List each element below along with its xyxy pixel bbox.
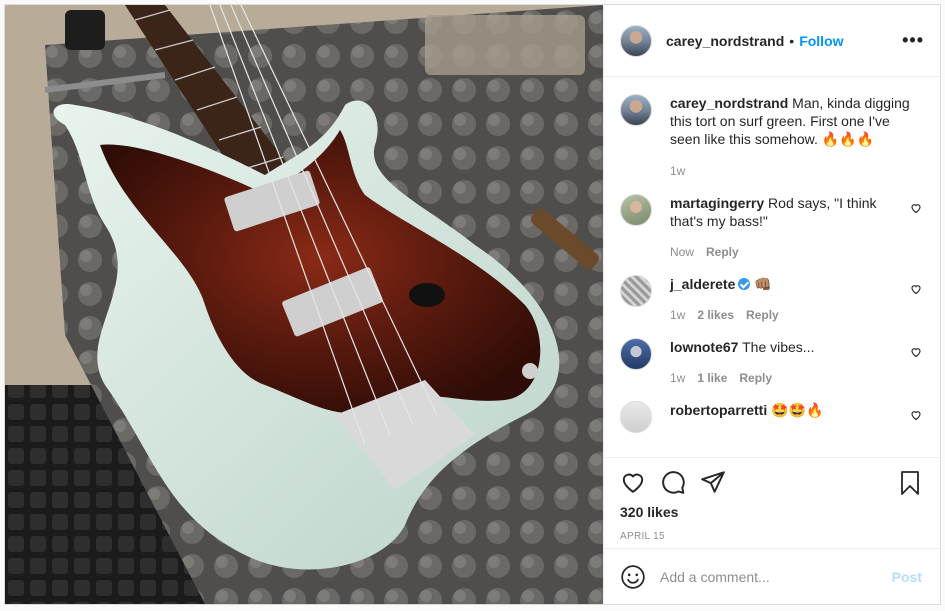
post-photo[interactable] [5,5,603,604]
emoji-icon[interactable] [620,564,646,590]
caption-username[interactable]: carey_nordstrand [670,95,788,111]
post-header: carey_nordstrand • Follow ••• [604,5,940,77]
likes-count[interactable]: 320 likes [620,504,924,520]
comment-like-icon[interactable] [910,202,922,214]
post-sidebar: carey_nordstrand • Follow ••• carey_nord… [603,5,940,604]
comment-like-icon[interactable] [910,283,922,295]
comment-input[interactable] [660,568,880,585]
more-icon[interactable]: ••• [902,31,924,49]
avatar[interactable] [620,94,652,126]
reply-button[interactable]: Reply [739,369,772,387]
caption: carey_nordstrand Man, kinda digging this… [620,94,924,180]
avatar[interactable] [620,401,652,433]
comment-time[interactable]: Now [670,243,694,261]
add-comment-bar: Post [604,548,940,604]
bookmark-icon[interactable] [898,470,922,496]
post-button[interactable]: Post [892,569,922,585]
comment-item: lownote67 The vibes... 1w 1 like Reply [620,338,924,387]
reply-button[interactable]: Reply [706,243,739,261]
share-icon[interactable] [700,469,726,495]
avatar[interactable] [620,24,652,57]
comment-icon[interactable] [660,469,686,495]
comment-username[interactable]: martagingerry [670,195,764,211]
comment-like-icon[interactable] [910,409,922,421]
comment-text: The vibes... [742,339,815,355]
comment-item: martagingerry Rod says, "I think that's … [620,194,924,261]
comment-likes[interactable]: 1 like [697,369,727,387]
post-card: carey_nordstrand • Follow ••• carey_nord… [4,4,941,605]
caption-time[interactable]: 1w [670,162,685,180]
follow-button[interactable]: Follow [799,33,843,49]
heart-icon[interactable] [620,469,646,495]
avatar[interactable] [620,194,652,226]
separator-dot: • [789,32,795,49]
comment-username[interactable]: robertoparretti [670,402,767,418]
comment-item: j_alderete 👊🏽 1w 2 likes Reply [620,275,924,324]
avatar[interactable] [620,275,652,307]
comment-text: 🤩🤩🔥 [771,402,824,418]
comment-username[interactable]: lownote67 [670,339,738,355]
post-date[interactable]: APRIL 15 [620,531,924,542]
post-author-username[interactable]: carey_nordstrand [666,33,784,49]
comments-list[interactable]: carey_nordstrand Man, kinda digging this… [604,78,940,457]
comment-time[interactable]: 1w [670,369,685,387]
comment-time[interactable]: 1w [670,306,685,324]
post-actions: 320 likes APRIL 15 [604,457,940,553]
verified-badge-icon [738,278,751,290]
comment-likes[interactable]: 2 likes [697,306,734,324]
comment-item: robertoparretti 🤩🤩🔥 [620,401,924,433]
comment-text: 👊🏽 [754,276,772,292]
bass-guitar-photo [5,5,603,604]
reply-button[interactable]: Reply [746,306,779,324]
avatar[interactable] [620,338,652,370]
comment-username[interactable]: j_alderete [670,276,735,292]
comment-like-icon[interactable] [910,346,922,358]
